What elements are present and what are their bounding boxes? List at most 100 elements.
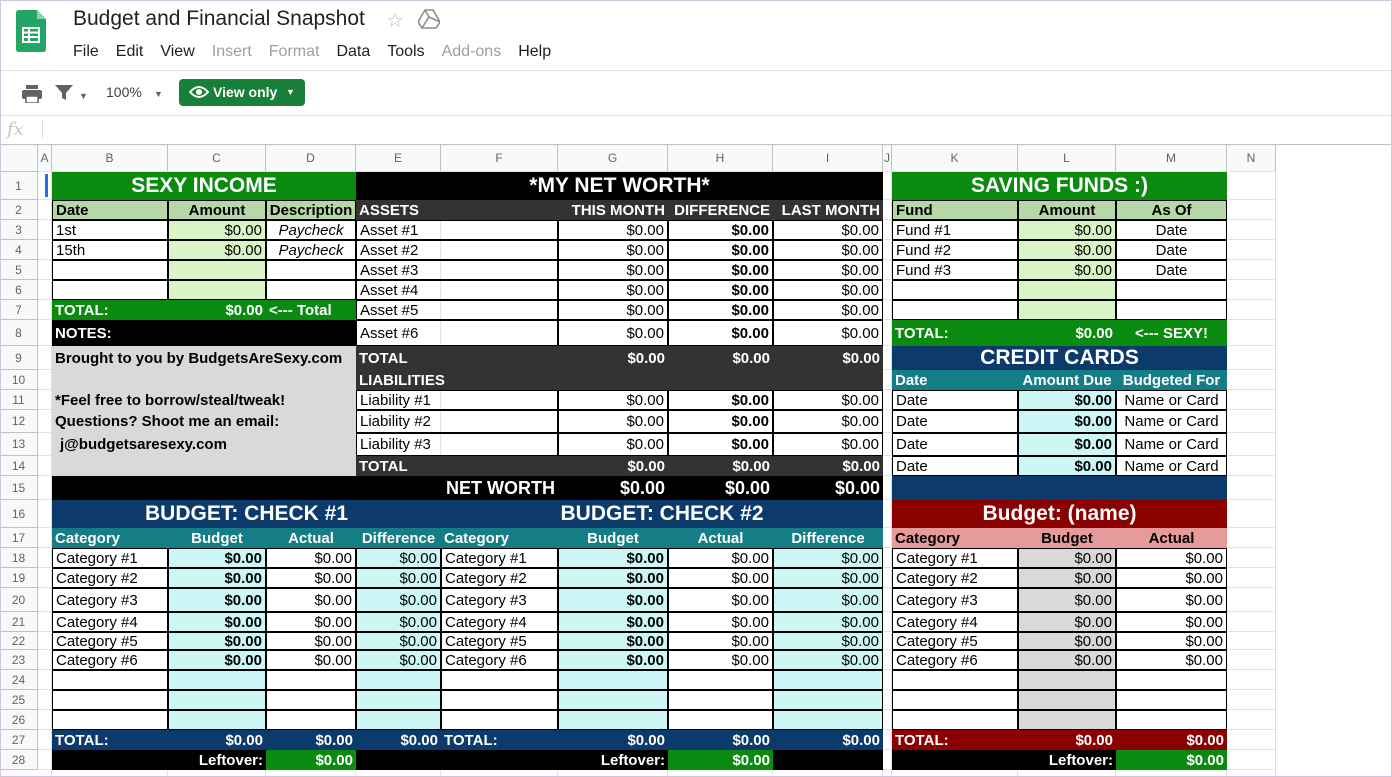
liability-this-month-cell[interactable]: $0.00 bbox=[558, 433, 668, 456]
budget-amount-cell[interactable]: $0.00 bbox=[558, 612, 668, 632]
row-header-11[interactable]: 11 bbox=[0, 390, 38, 410]
budget-actual-cell[interactable] bbox=[1116, 690, 1227, 710]
budget-category-cell[interactable]: Category #5 bbox=[892, 632, 1018, 650]
budget-category-cell[interactable]: Category #2 bbox=[892, 568, 1018, 588]
row-header-4[interactable]: 4 bbox=[0, 240, 38, 260]
asset-this-month-cell[interactable]: $0.00 bbox=[558, 300, 668, 320]
budget-amount-cell[interactable]: $0.00 bbox=[168, 568, 266, 588]
credit-amount-due-cell[interactable]: $0.00 bbox=[1018, 410, 1116, 433]
column-header-k[interactable]: K bbox=[892, 145, 1018, 172]
budget-actual-cell[interactable]: $0.00 bbox=[1116, 650, 1227, 670]
liability-last-month-cell[interactable]: $0.00 bbox=[773, 410, 883, 433]
budget-actual-cell[interactable]: $0.00 bbox=[266, 568, 356, 588]
row-header-23[interactable]: 23 bbox=[0, 650, 38, 670]
budget-actual-cell[interactable]: $0.00 bbox=[266, 548, 356, 568]
liability-this-month-cell[interactable]: $0.00 bbox=[558, 410, 668, 433]
row-header-21[interactable]: 21 bbox=[0, 612, 38, 632]
budget-actual-cell[interactable]: $0.00 bbox=[668, 568, 773, 588]
income-date-cell[interactable] bbox=[52, 280, 168, 300]
asset-this-month-cell[interactable]: $0.00 bbox=[558, 220, 668, 240]
budget-category-cell[interactable]: Category #5 bbox=[441, 632, 558, 650]
asset-this-month-cell[interactable]: $0.00 bbox=[558, 260, 668, 280]
fund-amount-cell[interactable]: $0.00 bbox=[1018, 220, 1116, 240]
row-header-3[interactable]: 3 bbox=[0, 220, 38, 240]
budget-actual-cell[interactable] bbox=[266, 710, 356, 730]
fund-as-of-cell[interactable]: Date bbox=[1116, 220, 1227, 240]
liability-name-cell[interactable]: Liability #2 bbox=[356, 410, 558, 433]
row-header-19[interactable]: 19 bbox=[0, 568, 38, 588]
budget-actual-cell[interactable]: $0.00 bbox=[668, 588, 773, 612]
budget-amount-cell[interactable] bbox=[1018, 670, 1116, 690]
row-header-20[interactable]: 20 bbox=[0, 588, 38, 612]
select-all-corner[interactable] bbox=[0, 145, 38, 172]
budget-amount-cell[interactable]: $0.00 bbox=[558, 568, 668, 588]
budget-amount-cell[interactable]: $0.00 bbox=[558, 632, 668, 650]
fund-amount-cell[interactable]: $0.00 bbox=[1018, 260, 1116, 280]
budget-actual-cell[interactable]: $0.00 bbox=[668, 548, 773, 568]
budget-category-cell[interactable]: Category #4 bbox=[892, 612, 1018, 632]
budget-actual-cell[interactable] bbox=[668, 690, 773, 710]
liability-last-month-cell[interactable]: $0.00 bbox=[773, 433, 883, 456]
budget-category-cell[interactable] bbox=[441, 670, 558, 690]
budget-category-cell[interactable]: Category #6 bbox=[52, 650, 168, 670]
column-header-c[interactable]: C bbox=[168, 145, 266, 172]
budget-amount-cell[interactable] bbox=[558, 670, 668, 690]
fund-name-cell[interactable]: Fund #1 bbox=[892, 220, 1018, 240]
fund-as-of-cell[interactable] bbox=[1116, 300, 1227, 320]
budget-category-cell[interactable]: Category #2 bbox=[441, 568, 558, 588]
budget-actual-cell[interactable]: $0.00 bbox=[1116, 588, 1227, 612]
row-header-25[interactable]: 25 bbox=[0, 690, 38, 710]
row-header-2[interactable]: 2 bbox=[0, 200, 38, 220]
column-header-l[interactable]: L bbox=[1018, 145, 1116, 172]
budget-amount-cell[interactable]: $0.00 bbox=[1018, 612, 1116, 632]
budget-actual-cell[interactable] bbox=[1116, 710, 1227, 730]
credit-budgeted-for-cell[interactable]: Name or Card bbox=[1116, 456, 1227, 476]
credit-date-cell[interactable]: Date bbox=[892, 410, 1018, 433]
budget-amount-cell[interactable] bbox=[168, 710, 266, 730]
budget-actual-cell[interactable]: $0.00 bbox=[1116, 632, 1227, 650]
column-header-b[interactable]: B bbox=[52, 145, 168, 172]
budget-actual-cell[interactable]: $0.00 bbox=[1116, 568, 1227, 588]
credit-budgeted-for-cell[interactable]: Name or Card bbox=[1116, 433, 1227, 456]
asset-name-cell[interactable]: Asset #2 bbox=[356, 240, 558, 260]
budget-amount-cell[interactable]: $0.00 bbox=[1018, 650, 1116, 670]
budget-actual-cell[interactable] bbox=[668, 670, 773, 690]
row-header-26[interactable]: 26 bbox=[0, 710, 38, 730]
row-header-17[interactable]: 17 bbox=[0, 528, 38, 548]
budget-actual-cell[interactable]: $0.00 bbox=[266, 650, 356, 670]
budget-amount-cell[interactable] bbox=[168, 670, 266, 690]
budget-category-cell[interactable] bbox=[892, 670, 1018, 690]
budget-category-cell[interactable]: Category #3 bbox=[52, 588, 168, 612]
asset-name-cell[interactable]: Asset #1 bbox=[356, 220, 558, 240]
budget-amount-cell[interactable]: $0.00 bbox=[1018, 548, 1116, 568]
liability-name-cell[interactable]: Liability #1 bbox=[356, 390, 558, 410]
liability-name-cell[interactable]: Liability #3 bbox=[356, 433, 558, 456]
budget-category-cell[interactable]: Category #4 bbox=[441, 612, 558, 632]
column-header-e[interactable]: E bbox=[356, 145, 441, 172]
credit-amount-due-cell[interactable]: $0.00 bbox=[1018, 433, 1116, 456]
budget-category-cell[interactable]: Category #1 bbox=[52, 548, 168, 568]
asset-this-month-cell[interactable]: $0.00 bbox=[558, 320, 668, 346]
budget-actual-cell[interactable]: $0.00 bbox=[668, 632, 773, 650]
column-header-j[interactable]: J bbox=[883, 145, 892, 172]
asset-last-month-cell[interactable]: $0.00 bbox=[773, 220, 883, 240]
fund-name-cell[interactable]: Fund #3 bbox=[892, 260, 1018, 280]
fund-name-cell[interactable] bbox=[892, 300, 1018, 320]
column-header-d[interactable]: D bbox=[266, 145, 356, 172]
asset-last-month-cell[interactable]: $0.00 bbox=[773, 280, 883, 300]
budget-category-cell[interactable] bbox=[52, 690, 168, 710]
row-header-12[interactable]: 12 bbox=[0, 410, 38, 433]
asset-name-cell[interactable]: Asset #3 bbox=[356, 260, 558, 280]
budget-actual-cell[interactable] bbox=[668, 710, 773, 730]
budget-actual-cell[interactable] bbox=[1116, 670, 1227, 690]
fund-amount-cell[interactable] bbox=[1018, 300, 1116, 320]
spreadsheet-grid[interactable]: A B C D E F G H I J K L M N 1 2 3 4 5 6 7 8 9 10 11 12 13 14 15 16 17 1… bbox=[0, 0, 1392, 777]
budget-category-cell[interactable] bbox=[52, 710, 168, 730]
column-header-h[interactable]: H bbox=[668, 145, 773, 172]
budget-amount-cell[interactable] bbox=[558, 690, 668, 710]
income-description-cell[interactable]: Paycheck bbox=[266, 220, 356, 240]
asset-name-cell[interactable]: Asset #4 bbox=[356, 280, 558, 300]
budget-category-cell[interactable]: Category #6 bbox=[892, 650, 1018, 670]
fund-as-of-cell[interactable] bbox=[1116, 280, 1227, 300]
row-header-13[interactable]: 13 bbox=[0, 433, 38, 456]
